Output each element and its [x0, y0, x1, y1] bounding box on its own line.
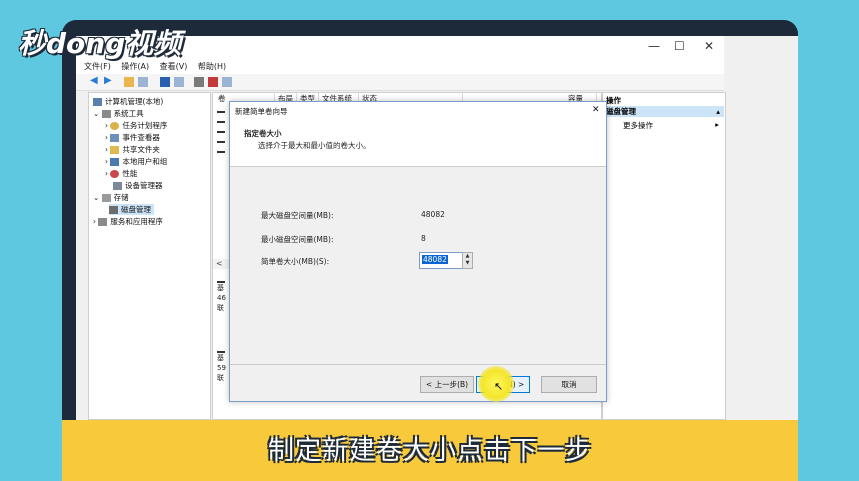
computer-icon [93, 98, 102, 106]
disk-icon [109, 206, 118, 214]
services-icon [98, 218, 108, 226]
event-viewer-icon [110, 134, 120, 142]
volume-row[interactable] [217, 111, 225, 113]
back-arrow-icon[interactable]: ◀ [90, 75, 100, 86]
volume-size-input[interactable]: 48082 [419, 252, 463, 269]
volume-row[interactable] [217, 131, 225, 133]
tree-item-shared-folders[interactable]: › 共享文件夹 [105, 144, 160, 155]
spin-up-icon[interactable]: ▲ [463, 253, 472, 260]
volume-row[interactable] [217, 121, 225, 123]
forward-arrow-icon[interactable]: ▶ [104, 75, 114, 86]
volume-size-spinner[interactable]: ▲ ▼ [462, 252, 473, 269]
tree-item-services-apps[interactable]: › 服务和应用程序 [93, 216, 163, 227]
volume-size-value: 48082 [422, 255, 448, 264]
menu-file[interactable]: 文件(F) [84, 61, 111, 72]
console-tree: 计算机管理(本地) ⌄ 系统工具 › 任务计划程序 › 事件查看器 › 共享文件… [88, 92, 211, 420]
users-icon [110, 158, 120, 166]
volume-row[interactable] [217, 141, 225, 143]
cancel-button[interactable]: 取消 [541, 376, 597, 393]
volume-row[interactable] [217, 151, 225, 153]
actions-pane: 操作 磁盘管理 ▴ 更多操作 ▸ [602, 92, 726, 420]
brand-logo: 秒dong视频 [18, 27, 182, 60]
disk-row[interactable]: 基 59 联 [217, 347, 227, 383]
minimize-button[interactable]: — [648, 39, 660, 53]
maximize-button[interactable]: ☐ [674, 39, 685, 53]
new-simple-volume-wizard: 新建简单卷向导 ✕ 指定卷大小 选择介于最大和最小值的卷大小。 最大磁盘空间量(… [229, 101, 607, 402]
wizard-heading: 指定卷大小 [244, 129, 282, 138]
wizard-subheading: 选择介于最大和最小值的卷大小。 [258, 141, 371, 150]
caption-text: 制定新建卷大小点击下一步 [267, 436, 592, 466]
tree-item-computer-management[interactable]: 计算机管理(本地) [93, 96, 163, 107]
wizard-close-button[interactable]: ✕ [592, 105, 600, 115]
collapse-arrow-icon: ▴ [716, 107, 720, 116]
actions-more[interactable]: 更多操作 ▸ [623, 120, 721, 131]
disk-size: 59 [217, 364, 226, 372]
folder-up-icon[interactable] [124, 77, 134, 87]
disk-icon[interactable] [194, 77, 204, 87]
tree-item-device-manager[interactable]: 设备管理器 [113, 180, 163, 191]
max-size-value: 48082 [421, 210, 445, 219]
help-icon[interactable] [160, 77, 170, 87]
max-size-label: 最大磁盘空间量(MB): [261, 211, 334, 220]
wizard-header: 指定卷大小 选择介于最大和最小值的卷大小。 [230, 120, 606, 167]
disk-status: 联 [217, 304, 224, 312]
wizard-title: 新建简单卷向导 [235, 107, 288, 116]
actions-header: 操作 [606, 96, 621, 105]
disk-size: 46 [217, 294, 226, 302]
back-button[interactable]: < 上一步(B) [420, 376, 474, 393]
disk-type: 基 [217, 354, 224, 362]
menu-action[interactable]: 操作(A) [121, 61, 149, 72]
shared-folder-icon [110, 146, 120, 154]
wizard-body: 最大磁盘空间量(MB): 48082 最小磁盘空间量(MB): 8 简单卷大小(… [230, 167, 606, 363]
mouse-cursor-icon: ↖ [494, 380, 504, 393]
console-tree-icon[interactable] [138, 77, 148, 87]
submenu-arrow-icon: ▸ [715, 120, 719, 129]
tree-item-local-users[interactable]: › 本地用户和组 [105, 156, 167, 167]
wizard-titlebar: 新建简单卷向导 ✕ [230, 102, 606, 120]
volume-size-label: 简单卷大小(MB)(S): [261, 257, 330, 266]
tree-item-disk-management[interactable]: 磁盘管理 [109, 204, 154, 215]
close-button[interactable]: ✕ [704, 39, 714, 53]
performance-icon [110, 170, 120, 178]
check-icon[interactable] [208, 77, 218, 87]
disk-status: 联 [217, 374, 224, 382]
tools-icon [101, 110, 111, 118]
tree-item-event-viewer[interactable]: › 事件查看器 [105, 132, 160, 143]
device-manager-icon [113, 182, 122, 190]
actions-disk-management[interactable]: 磁盘管理 ▴ [603, 106, 724, 117]
tree-item-storage[interactable]: ⌄ 存储 [93, 192, 129, 203]
menu-view[interactable]: 查看(V) [160, 61, 188, 72]
view-icon[interactable] [222, 77, 232, 87]
wizard-footer: < 上一步(B) 下一步(N) > 取消 [230, 364, 606, 401]
min-size-value: 8 [421, 234, 426, 243]
storage-icon [101, 194, 111, 202]
toolbar: ◀ ▶ [76, 74, 724, 91]
tree-item-task-scheduler[interactable]: › 任务计划程序 [105, 120, 167, 131]
spin-down-icon[interactable]: ▼ [463, 260, 472, 267]
disk-type: 基 [217, 284, 224, 292]
tree-item-performance[interactable]: › 性能 [105, 168, 137, 179]
menu-help[interactable]: 帮助(H) [198, 61, 226, 72]
tree-item-system-tools[interactable]: ⌄ 系统工具 [93, 108, 144, 119]
disk-row[interactable]: 基 46 联 [217, 277, 227, 313]
min-size-label: 最小磁盘空间量(MB): [261, 235, 334, 244]
clock-icon [110, 122, 120, 130]
properties-icon[interactable] [174, 77, 184, 87]
